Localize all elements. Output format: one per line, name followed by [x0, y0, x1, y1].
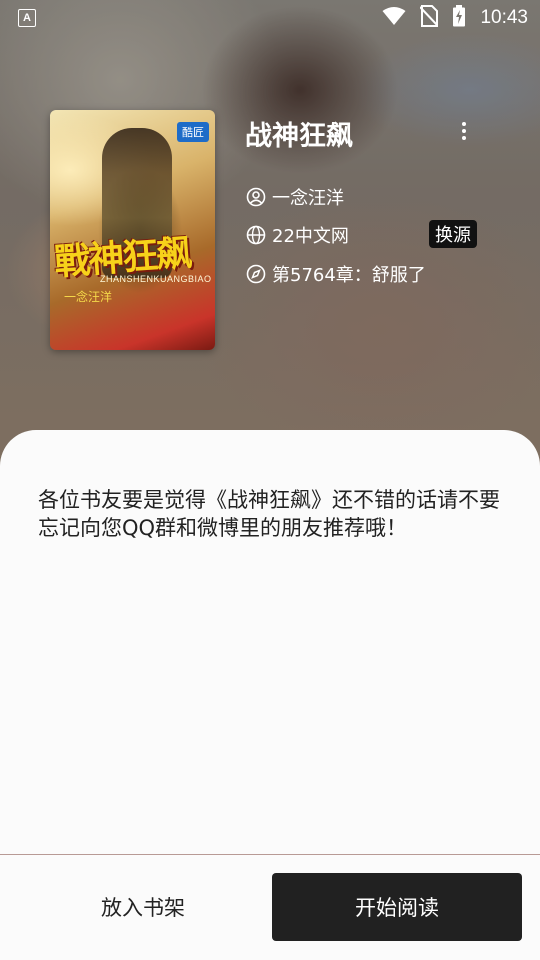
status-bar: A 10:43 — [0, 0, 540, 36]
author-row[interactable]: 一念汪洋 — [246, 184, 344, 210]
book-title: 战神狂飙 — [245, 121, 353, 152]
a-notification-icon: A — [18, 9, 36, 27]
latest-chapter: 第5764章：舒服了 — [272, 265, 426, 286]
bottom-action-bar: 放入书架 开始阅读 — [0, 855, 540, 960]
person-icon — [246, 187, 266, 207]
no-sim-icon — [419, 5, 440, 31]
switch-source-button[interactable]: 换源 — [429, 220, 477, 248]
more-options-button[interactable] — [452, 116, 476, 146]
battery-charging-icon — [452, 5, 466, 31]
compass-icon — [246, 264, 266, 284]
cover-pinyin: ZHANSHENKUANGBIAO — [100, 274, 212, 284]
status-time: 10:43 — [480, 7, 528, 28]
wifi-icon — [382, 6, 406, 30]
cover-author-art: 一念汪洋 — [64, 290, 113, 304]
more-vert-icon — [462, 122, 466, 126]
latest-chapter-row[interactable]: 第5764章：舒服了 — [246, 261, 426, 287]
add-to-shelf-button[interactable]: 放入书架 — [18, 873, 268, 941]
author-name: 一念汪洋 — [272, 188, 344, 209]
source-name: 22中文网 — [272, 226, 349, 247]
cover-publisher-logo: 酷匠 — [177, 122, 209, 142]
start-reading-button[interactable]: 开始阅读 — [272, 873, 522, 941]
source-row: 22中文网 — [246, 222, 349, 248]
globe-icon — [246, 225, 266, 245]
book-cover[interactable]: 酷匠 戰神狂飙 ZHANSHENKUANGBIAO 一念汪洋 — [50, 110, 215, 350]
description-sheet: 各位书友要是觉得《战神狂飙》还不错的话请不要忘记向您QQ群和微博里的朋友推荐哦！ — [0, 430, 540, 854]
book-description: 各位书友要是觉得《战神狂飙》还不错的话请不要忘记向您QQ群和微博里的朋友推荐哦！ — [38, 488, 500, 540]
